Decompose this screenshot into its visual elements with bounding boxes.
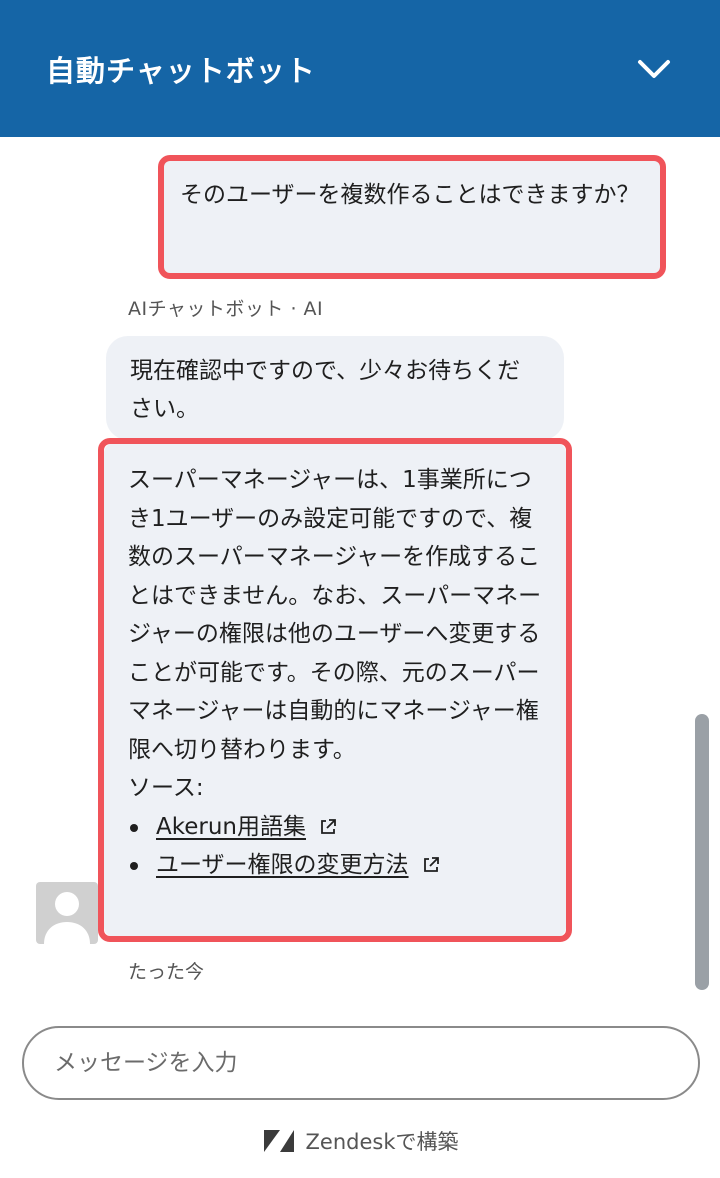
message-input[interactable] bbox=[24, 1028, 698, 1098]
message-timestamp: たった今 bbox=[128, 961, 205, 983]
source-item: ユーザー権限の変更方法 bbox=[128, 846, 542, 885]
avatar bbox=[36, 882, 98, 944]
bot-answer-bubble: スーパーマネージャーは、1事業所につき1ユーザーのみ設定可能ですので、複数のスー… bbox=[104, 443, 566, 937]
bot-message-text: 現在確認中ですので、少々お待ちください。 bbox=[130, 358, 521, 422]
source-link-label: Akerun用語集 bbox=[156, 813, 306, 840]
user-message-bubble: そのユーザーを複数作ることはできますか？ bbox=[160, 156, 664, 276]
source-item: Akerun用語集 bbox=[128, 808, 542, 847]
chat-header: 自動チャットボット bbox=[0, 0, 720, 137]
bot-sender-label: AIチャットボット · AI bbox=[128, 298, 324, 320]
source-link-label: ユーザー権限の変更方法 bbox=[156, 852, 409, 878]
footer: Zendeskで構築 bbox=[0, 1125, 720, 1157]
bot-answer-text: スーパーマネージャーは、1事業所につき1ユーザーのみ設定可能ですので、複数のスー… bbox=[128, 467, 542, 763]
scrollbar-thumb[interactable] bbox=[695, 714, 709, 990]
chevron-down-icon[interactable] bbox=[636, 54, 672, 84]
external-link-icon bbox=[321, 818, 337, 834]
sources-label: ソース: bbox=[128, 775, 204, 801]
user-message-text: そのユーザーを複数作ることはできますか？ bbox=[180, 182, 640, 208]
source-link-permissions[interactable]: ユーザー権限の変更方法 bbox=[156, 852, 409, 878]
chat-title: 自動チャットボット bbox=[46, 53, 316, 88]
person-icon bbox=[44, 892, 90, 944]
message-list[interactable]: そのユーザーを複数作ることはできますか？ AIチャットボット · AI 現在確認… bbox=[0, 137, 720, 1017]
message-input-wrapper bbox=[22, 1026, 700, 1100]
bot-message-bubble: 現在確認中ですので、少々お待ちください。 bbox=[106, 336, 564, 440]
external-link-icon bbox=[423, 857, 439, 872]
sources-list: Akerun用語集 ユーザー権限の変更方法 bbox=[128, 808, 542, 885]
source-link-glossary[interactable]: Akerun用語集 bbox=[156, 814, 306, 840]
zendesk-logo-icon bbox=[263, 1130, 294, 1152]
footer-text[interactable]: Zendeskで構築 bbox=[306, 1126, 459, 1156]
